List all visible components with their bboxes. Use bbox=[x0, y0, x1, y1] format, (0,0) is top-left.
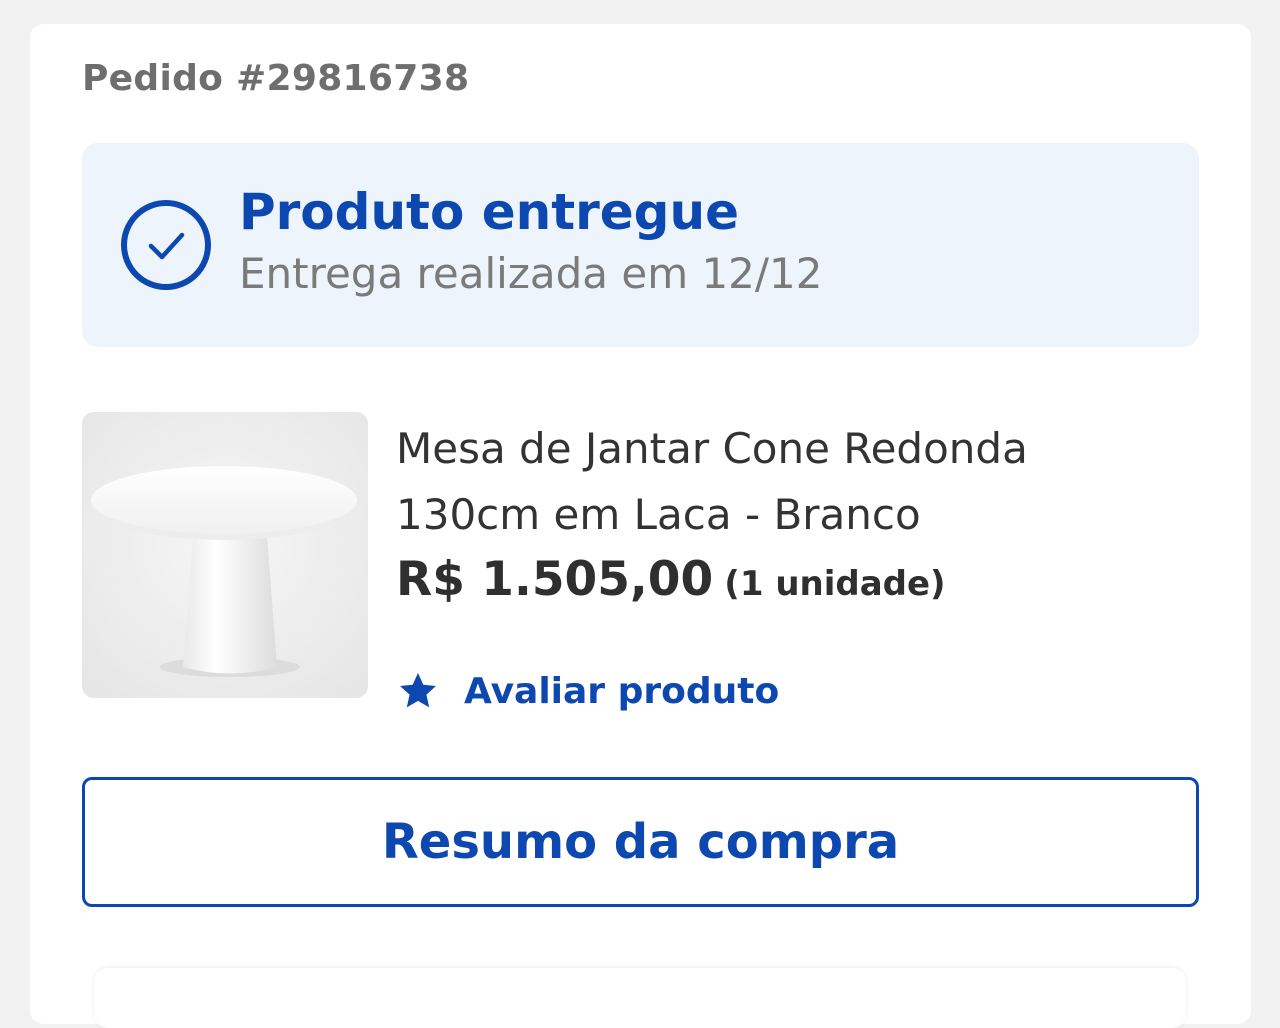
delivery-status-banner: Produto entregue Entrega realizada em 12… bbox=[82, 143, 1199, 347]
check-circle-icon bbox=[121, 200, 211, 290]
product-name[interactable]: Mesa de Jantar Cone Redonda 130cm em Lac… bbox=[396, 416, 1176, 548]
order-number: Pedido #29816738 bbox=[82, 58, 470, 99]
order-card: Pedido #29816738 Produto entregue Entreg… bbox=[30, 24, 1251, 1028]
product-price-line: R$ 1.505,00 (1 unidade) bbox=[396, 552, 946, 607]
status-subtitle: Entrega realizada em 12/12 bbox=[239, 249, 823, 298]
rate-product-link[interactable]: Avaliar produto bbox=[396, 666, 779, 716]
product-price: R$ 1.505,00 bbox=[396, 552, 714, 607]
status-title: Produto entregue bbox=[239, 183, 739, 241]
star-icon bbox=[400, 673, 436, 708]
purchase-summary-button[interactable]: Resumo da compra bbox=[82, 777, 1199, 907]
rate-product-label: Avaliar produto bbox=[464, 670, 780, 712]
next-section-card bbox=[94, 968, 1186, 1028]
product-quantity: (1 unidade) bbox=[724, 564, 946, 604]
product-image[interactable] bbox=[82, 412, 368, 698]
